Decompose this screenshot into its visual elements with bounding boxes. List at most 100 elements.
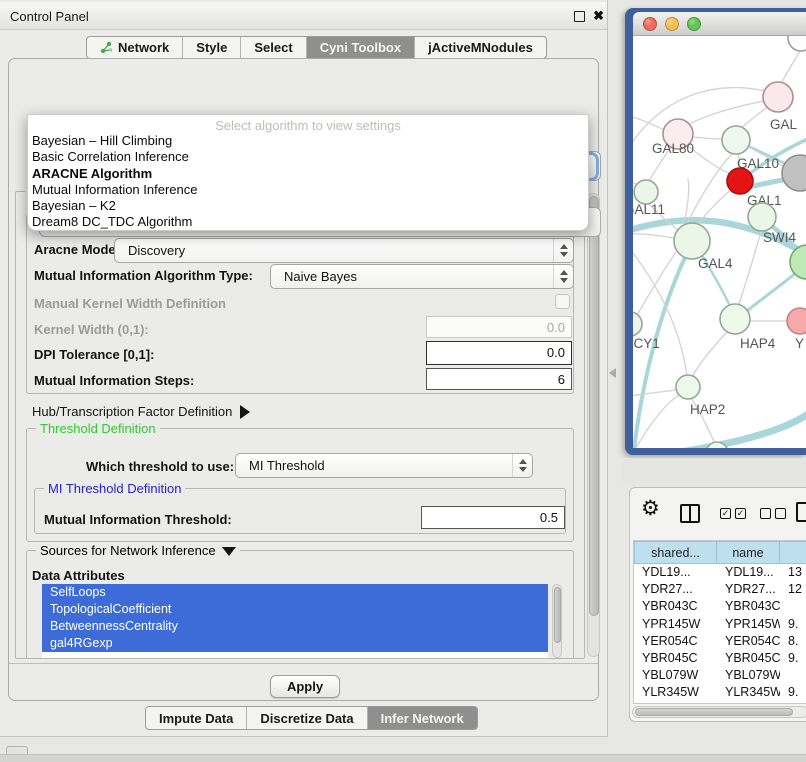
network-node[interactable] [788, 36, 806, 51]
table-cell: YDL19... [634, 564, 717, 581]
node-label: Y [795, 336, 804, 351]
table-horizontal-scrollbar[interactable] [632, 706, 806, 718]
mac-close-icon[interactable] [643, 17, 657, 31]
float-window-icon[interactable] [574, 11, 585, 22]
network-node-gal11[interactable] [634, 180, 658, 204]
splitter-handle[interactable] [609, 368, 616, 378]
tab-label: Infer Network [381, 711, 464, 726]
aracne-mode-combo[interactable]: Discovery [114, 238, 574, 263]
control-panel-window: Control Panel ✖ NetworkStyle Select Cyni T… [0, 0, 608, 737]
algorithm-option[interactable]: Mutual Information Inference [28, 182, 588, 198]
sources-title: Sources for Network Inference [40, 543, 216, 558]
network-node-hap4[interactable] [720, 304, 750, 334]
select-all-checked-icon[interactable]: ✓✓ [720, 508, 746, 519]
sources-collapse-control[interactable]: Sources for Network Inference [36, 543, 240, 558]
table-cell: 12 [780, 581, 806, 598]
mi-threshold-field[interactable]: 0.5 [421, 506, 565, 529]
algorithm-option[interactable]: Bayesian – Hill Climbing [28, 133, 588, 149]
tab-cyni-toolbox[interactable]: Cyni Toolbox [307, 37, 415, 58]
attribute-item[interactable]: gal4RGexp [42, 635, 548, 652]
mi-algorithm-type-combo[interactable]: Naive Bayes [270, 264, 574, 289]
network-node-gal10[interactable] [722, 126, 750, 154]
dpi-tolerance-field[interactable]: 0.0 [426, 341, 572, 365]
algorithm-option[interactable]: Basic Correlation Inference [28, 149, 588, 165]
hub-section-expander[interactable]: Hub/Transcription Factor Definition [32, 404, 250, 419]
algorithm-option[interactable]: Dream8 DC_TDC Algorithm [28, 214, 588, 230]
network-canvas[interactable]: GALGAL80GAL10GAL1GAL11SWI4GAL4GCY1HAP4YH… [633, 36, 806, 448]
tab-network[interactable]: Network [87, 37, 183, 58]
column-header-shared[interactable]: shared... [634, 541, 717, 564]
manual-kernel-checkbox[interactable] [555, 294, 570, 309]
mi-steps-field[interactable]: 6 [426, 368, 572, 390]
table-row[interactable]: YBL079WYBL079W [634, 667, 806, 684]
window-title: Control Panel [10, 2, 89, 31]
tab-label: Select [254, 40, 292, 55]
attribute-item[interactable]: BetweennessCentrality [42, 618, 548, 635]
network-edge [688, 146, 729, 173]
network-node[interactable] [782, 155, 806, 191]
table-cell: YDL19... [717, 564, 780, 581]
close-window-icon[interactable]: ✖ [593, 8, 604, 24]
settings-gear-icon[interactable]: ⚙ [641, 496, 660, 521]
cyni-algorithm-settings: Algorithm Definition Aracne Mode: Discov… [15, 191, 585, 659]
document-icon[interactable] [796, 502, 806, 522]
kernel-width-field[interactable]: 0.0 [426, 316, 572, 338]
attribute-item[interactable]: TopologicalCoefficient [42, 601, 548, 618]
network-node-gcy1[interactable] [633, 312, 642, 336]
table-cell: YBL079W [717, 667, 780, 684]
table-cell: YIL052C [634, 702, 717, 705]
node-label: SWI4 [763, 230, 796, 245]
settings-scrollbar[interactable] [587, 193, 600, 657]
tab-infer-network[interactable]: Infer Network [368, 707, 477, 729]
table-cell: YPR145W [717, 616, 780, 633]
column-header[interactable] [780, 541, 806, 564]
table-row[interactable]: YBR045CYBR045C9. [634, 650, 806, 667]
network-node-gal1[interactable] [727, 168, 753, 194]
tab-jactivemnodules[interactable]: jActiveMNodules [415, 37, 546, 58]
table-row[interactable]: YLR345WYLR345W9. [634, 684, 806, 701]
table-cell: YBR045C [717, 650, 780, 667]
table-cell: 8. [780, 633, 806, 650]
select-none-unchecked-icon[interactable] [760, 508, 786, 519]
table-row[interactable]: YDL19...YDL19...13 [634, 564, 806, 581]
algorithm-option-list: Bayesian – Hill ClimbingBasic Correlatio… [28, 133, 588, 231]
table-cell: YER054C [717, 633, 780, 650]
network-node-hap2[interactable] [676, 375, 700, 399]
table-cell: YDR27... [717, 581, 780, 598]
network-edge [636, 252, 676, 317]
node-label: GCY1 [633, 336, 660, 351]
hub-section-label: Hub/Transcription Factor Definition [32, 404, 232, 419]
tab-impute-data[interactable]: Impute Data [146, 707, 247, 729]
table-row[interactable]: YBR043CYBR043C [634, 598, 806, 615]
network-node-y[interactable] [787, 308, 806, 334]
tab-style[interactable]: Style [183, 37, 241, 58]
table-cell: YLR345W [717, 684, 780, 701]
node-label: GAL [770, 117, 798, 132]
network-view-window: GALGAL80GAL10GAL1GAL11SWI4GAL4GCY1HAP4YH… [625, 8, 806, 455]
table-row[interactable]: YPR145WYPR145W9. [634, 616, 806, 633]
network-edge [633, 234, 674, 238]
mac-minimize-icon[interactable] [665, 17, 679, 31]
split-columns-icon[interactable] [680, 504, 700, 523]
which-threshold-combo[interactable]: MI Threshold [235, 453, 533, 478]
table-row[interactable]: YIL052CYIL052C9. [634, 702, 806, 705]
network-window-titlebar[interactable] [633, 12, 806, 36]
algorithm-option[interactable]: Bayesian – K2 [28, 198, 588, 214]
tab-select[interactable]: Select [241, 37, 306, 58]
tab-discretize-data[interactable]: Discretize Data [247, 707, 367, 729]
column-header-name[interactable]: name [717, 541, 780, 564]
apply-button[interactable]: Apply [270, 675, 340, 698]
network-node-gal[interactable] [763, 82, 793, 112]
algorithm-option[interactable]: ARACNE Algorithm [28, 166, 588, 182]
attribute-item[interactable]: SelfLoops [42, 584, 548, 601]
network-node-gal4[interactable] [674, 223, 710, 259]
dpi-tolerance-label: DPI Tolerance [0,1]: [34, 347, 154, 362]
mac-zoom-icon[interactable] [687, 17, 701, 31]
table-cell: YDR27... [634, 581, 717, 598]
combo-stepper-icon [512, 454, 532, 477]
network-node[interactable] [748, 203, 776, 231]
table-row[interactable]: YER054CYER054C8. [634, 633, 806, 650]
network-edge [692, 331, 728, 377]
attributes-list-scrollbar[interactable] [552, 584, 562, 658]
table-row[interactable]: YDR27...YDR27...12 [634, 581, 806, 598]
